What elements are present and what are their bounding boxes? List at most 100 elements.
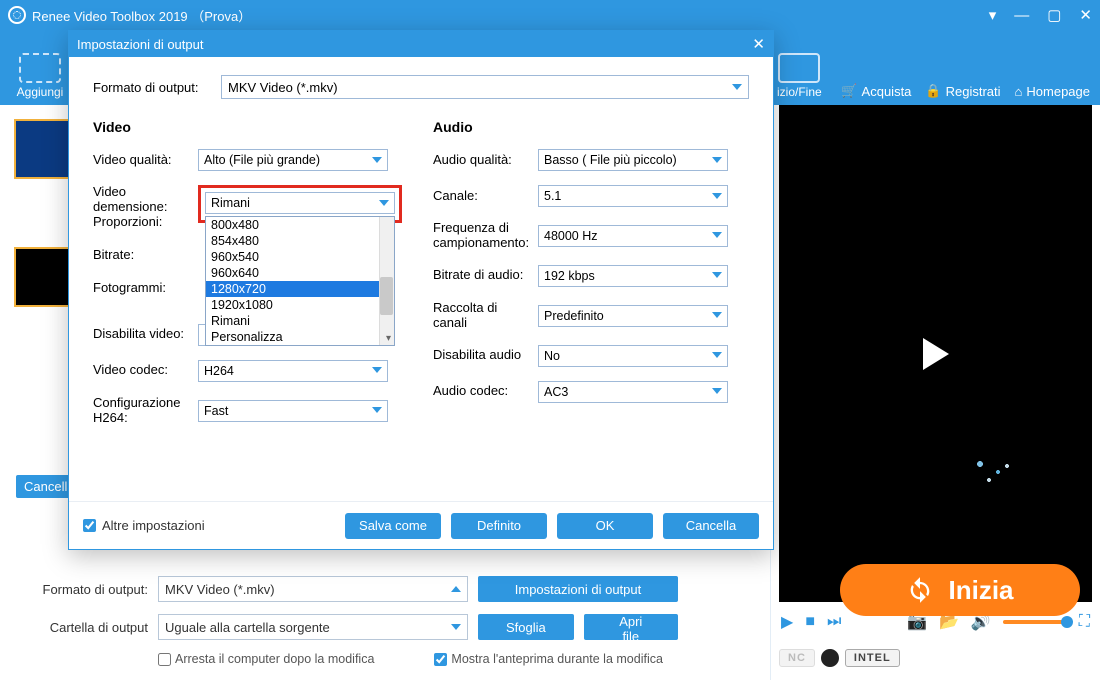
close-icon[interactable]: ✕ <box>1079 6 1092 24</box>
browse-button[interactable]: Sfoglia <box>478 614 574 640</box>
audio-channel-collection-label: Raccolta di canali <box>433 301 528 331</box>
audio-disable-select[interactable]: No <box>538 345 728 367</box>
video-size-option[interactable]: 960x540 <box>206 249 394 265</box>
badge-intel-logo <box>821 649 839 667</box>
minimize-icon[interactable]: — <box>1014 7 1029 24</box>
caret-down-icon <box>712 230 722 241</box>
shutdown-checkbox[interactable]: Arresta il computer dopo la modifica <box>158 652 374 666</box>
hw-accel-badges: NC INTEL <box>771 642 1100 674</box>
audio-channel-collection-select[interactable]: Predefinito <box>538 305 728 327</box>
more-settings-checkbox[interactable]: Altre impostazioni <box>83 518 205 533</box>
video-fps-label: Fotogrammi: <box>93 281 188 296</box>
caret-down-icon <box>712 270 722 281</box>
save-as-button[interactable]: Salva come <box>345 513 441 539</box>
section-heading-video: Video <box>93 119 409 135</box>
scroll-down-icon[interactable]: ▾ <box>386 333 391 344</box>
badge-nvenc: NC <box>779 649 815 667</box>
cancel-button[interactable]: Cancella <box>663 513 759 539</box>
play-icon[interactable] <box>923 338 949 370</box>
video-codec-label: Video codec: <box>93 363 188 378</box>
output-format-select[interactable]: MKV Video (*.mkv) <box>158 576 468 602</box>
home-icon: ⌂ <box>1015 84 1023 99</box>
video-h264-label: Configurazione H264: <box>93 396 188 426</box>
toolbar-item-label: Aggiungi <box>17 85 64 99</box>
audio-disable-label: Disabilita audio <box>433 348 528 363</box>
caret-down-icon <box>712 191 722 202</box>
scrollbar-track[interactable]: ▾ <box>379 217 394 345</box>
video-size-option[interactable]: 800x480 <box>206 217 394 233</box>
video-settings-column: Video Video qualità: Alto (File più gran… <box>93 115 409 440</box>
caret-down-icon <box>712 310 722 321</box>
audio-samplerate-select[interactable]: 48000 Hz <box>538 225 728 247</box>
video-bitrate-label: Bitrate: <box>93 248 188 263</box>
video-codec-select[interactable]: H264 <box>198 360 388 382</box>
output-format-label: Formato di output: <box>18 582 148 597</box>
cart-icon: 🛒 <box>841 83 857 99</box>
volume-slider[interactable] <box>1003 620 1067 624</box>
subtitle-icon <box>778 53 820 83</box>
video-size-option[interactable]: 854x480 <box>206 233 394 249</box>
video-proportions-label: Proporzioni: <box>93 215 188 230</box>
section-heading-audio: Audio <box>433 119 749 135</box>
add-file-icon <box>19 53 61 83</box>
output-folder-label: Cartella di output <box>18 620 148 635</box>
video-quality-select[interactable]: Alto (File più grande) <box>198 149 388 171</box>
caret-down-icon <box>372 155 382 166</box>
toolbar-item-subtitle[interactable]: izio/Fine <box>771 53 827 99</box>
maximize-icon[interactable]: ▢ <box>1047 6 1061 24</box>
output-folder-select[interactable]: Uguale alla cartella sorgente <box>158 614 468 640</box>
stop-button-icon[interactable]: ■ <box>805 613 815 631</box>
video-h264-select[interactable]: Fast <box>198 400 388 422</box>
audio-quality-select[interactable]: Basso ( File più piccolo) <box>538 149 728 171</box>
output-settings-dialog: Impostazioni di output ✕ Formato di outp… <box>68 30 774 550</box>
audio-quality-label: Audio qualità: <box>433 153 528 168</box>
video-quality-label: Video qualità: <box>93 153 188 168</box>
dialog-close-icon[interactable]: ✕ <box>752 35 765 53</box>
audio-samplerate-label: Frequenza di campionamento: <box>433 221 528 251</box>
toolbar-item-add[interactable]: Aggiungi <box>10 53 70 99</box>
output-settings-button[interactable]: Impostazioni di output <box>478 576 678 602</box>
video-size-option[interactable]: 960x640 <box>206 265 394 281</box>
video-size-highlight: Rimani 800x480854x480960x540960x6401280x… <box>198 185 402 223</box>
quick-register[interactable]: 🔒Registrati <box>925 83 1000 99</box>
default-button[interactable]: Definito <box>451 513 547 539</box>
video-frame-art <box>962 452 1022 492</box>
video-size-option[interactable]: 1280x720 <box>206 281 394 297</box>
audio-bitrate-label: Bitrate di audio: <box>433 268 528 283</box>
dialog-footer: Altre impostazioni Salva come Definito O… <box>69 501 773 549</box>
play-button-icon[interactable]: ▶ <box>781 612 793 632</box>
video-size-select[interactable]: Rimani <box>205 192 395 214</box>
caret-down-icon <box>372 365 382 376</box>
video-preview[interactable] <box>779 105 1092 602</box>
video-disable-label: Disabilita video: <box>93 327 188 342</box>
output-format-select[interactable]: MKV Video (*.mkv) <box>221 75 749 99</box>
audio-channel-select[interactable]: 5.1 <box>538 185 728 207</box>
lock-icon: 🔒 <box>925 83 941 99</box>
caret-up-icon <box>451 584 461 595</box>
ok-button[interactable]: OK <box>557 513 653 539</box>
dialog-title: Impostazioni di output <box>77 37 203 52</box>
audio-codec-select[interactable]: AC3 <box>538 381 728 403</box>
audio-bitrate-select[interactable]: 192 kbps <box>538 265 728 287</box>
start-button[interactable]: Inizia <box>840 564 1080 616</box>
video-size-dropdown[interactable]: 800x480854x480960x540960x6401280x7201920… <box>205 216 395 346</box>
audio-codec-label: Audio codec: <box>433 384 528 399</box>
next-button-icon[interactable]: ⏭ <box>827 613 841 631</box>
video-size-option[interactable]: Personalizza <box>206 329 394 345</box>
app-logo <box>8 6 26 24</box>
video-size-option[interactable]: Rimani <box>206 313 394 329</box>
refresh-icon <box>906 576 934 604</box>
window-title-bar: Renee Video Toolbox 2019 （Prova） ▾ — ▢ ✕ <box>0 0 1100 30</box>
open-file-button[interactable]: Apri file <box>584 614 678 640</box>
scrollbar-thumb[interactable] <box>380 277 393 315</box>
video-size-label: Video demensione: <box>93 185 188 215</box>
fullscreen-icon[interactable]: ⛶ <box>1079 613 1090 631</box>
caret-down-icon <box>372 405 382 416</box>
video-size-option[interactable]: 1920x1080 <box>206 297 394 313</box>
collapse-icon[interactable]: ▾ <box>989 6 997 24</box>
output-format-label: Formato di output: <box>93 80 211 95</box>
quick-home[interactable]: ⌂Homepage <box>1015 84 1090 99</box>
quick-buy[interactable]: 🛒Acquista <box>841 83 911 99</box>
preview-checkbox[interactable]: Mostra l'anteprima durante la modifica <box>434 652 663 666</box>
badge-intel: INTEL <box>845 649 900 667</box>
